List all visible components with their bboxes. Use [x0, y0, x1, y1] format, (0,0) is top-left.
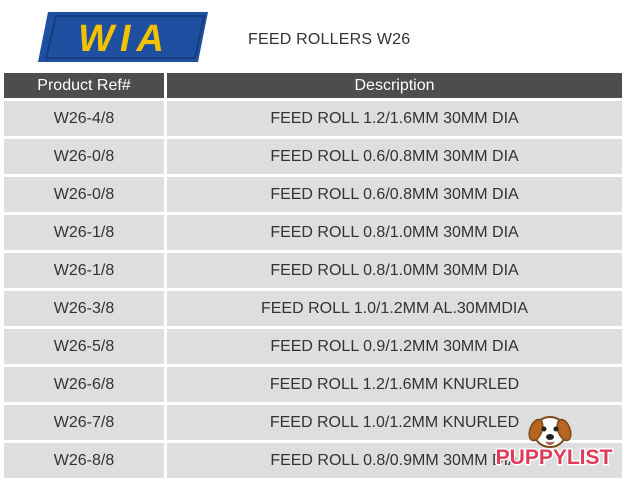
description-cell: FEED ROLL 0.8/1.0MM 30MM DIA [167, 212, 622, 250]
product-ref-cell: W26-5/8 [4, 326, 167, 364]
description-cell: FEED ROLL 1.0/1.2MM AL.30MMDIA [167, 288, 622, 326]
table-row: W26-1/8 FEED ROLL 0.8/1.0MM 30MM DIA [4, 212, 622, 250]
product-ref-cell: W26-1/8 [4, 250, 167, 288]
puppylist-watermark: PUPPYLIST [494, 416, 614, 471]
description-cell: FEED ROLL 1.2/1.6MM 30MM DIA [167, 98, 622, 136]
table-row: W26-1/8 FEED ROLL 0.8/1.0MM 30MM DIA [4, 250, 622, 288]
table-row: W26-6/8 FEED ROLL 1.2/1.6MM KNURLED [4, 364, 622, 402]
description-cell: FEED ROLL 0.8/1.0MM 30MM DIA [167, 250, 622, 288]
logo-text: WIA [78, 18, 170, 60]
table-row: W26-0/8 FEED ROLL 0.6/0.8MM 30MM DIA [4, 174, 622, 212]
description-cell: FEED ROLL 1.2/1.6MM KNURLED [167, 364, 622, 402]
product-ref-cell: W26-3/8 [4, 288, 167, 326]
product-ref-cell: W26-0/8 [4, 174, 167, 212]
product-ref-cell: W26-0/8 [4, 136, 167, 174]
page-title: FEED ROLLERS W26 [248, 31, 411, 48]
product-ref-cell: W26-6/8 [4, 364, 167, 402]
wia-logo: WIA [38, 12, 208, 62]
table-header-row: Product Ref# Description [4, 73, 622, 98]
description-cell: FEED ROLL 0.9/1.2MM 30MM DIA [167, 326, 622, 364]
page-header: WIA FEED ROLLERS W26 [0, 0, 624, 72]
table-row: W26-0/8 FEED ROLL 0.6/0.8MM 30MM DIA [4, 136, 622, 174]
description-cell: FEED ROLL 0.6/0.8MM 30MM DIA [167, 174, 622, 212]
product-ref-cell: W26-1/8 [4, 212, 167, 250]
dog-mascot-icon [528, 416, 572, 448]
column-header-description: Description [167, 73, 622, 98]
description-cell: FEED ROLL 0.6/0.8MM 30MM DIA [167, 136, 622, 174]
table-row: W26-3/8 FEED ROLL 1.0/1.2MM AL.30MMDIA [4, 288, 622, 326]
table-row: W26-5/8 FEED ROLL 0.9/1.2MM 30MM DIA [4, 326, 622, 364]
column-header-ref: Product Ref# [4, 73, 167, 98]
product-ref-cell: W26-7/8 [4, 402, 167, 440]
watermark-text: PUPPYLIST [496, 446, 613, 469]
product-ref-cell: W26-8/8 [4, 440, 167, 478]
product-ref-cell: W26-4/8 [4, 98, 167, 136]
table-row: W26-4/8 FEED ROLL 1.2/1.6MM 30MM DIA [4, 98, 622, 136]
